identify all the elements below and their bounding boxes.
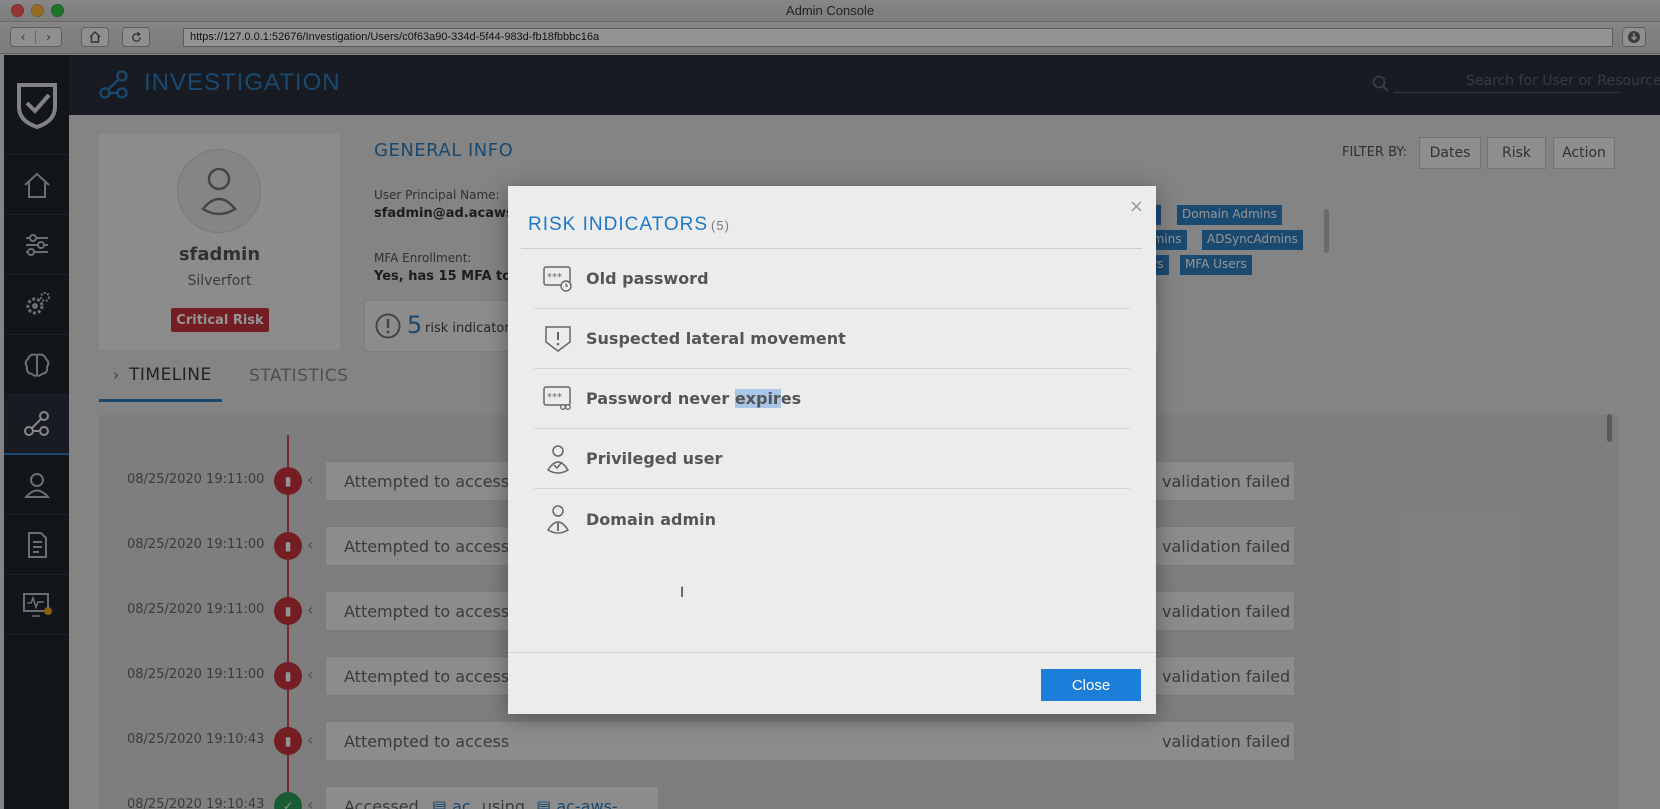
risk-indicator-list: *** Old password Suspected lateral movem… <box>534 249 1130 601</box>
list-item: *** Password never expires I <box>534 369 1130 601</box>
list-item: *** Old password <box>534 249 1130 309</box>
modal-footer: Close <box>508 652 1156 714</box>
text-cursor-icon: I <box>680 585 685 601</box>
modal-title: RISK INDICATORS (5) <box>528 214 730 236</box>
password-clock-icon: *** <box>542 263 574 295</box>
risk-label-part: Password never <box>586 389 735 408</box>
risk-label: Old password <box>586 269 709 288</box>
modal-title-text: RISK INDICATORS <box>528 214 709 235</box>
shield-alert-icon <box>542 323 574 355</box>
risk-label: Privileged user <box>586 449 723 468</box>
modal-count: (5) <box>711 218 730 233</box>
text-selection: expir <box>734 389 781 408</box>
risk-indicators-modal: × RISK INDICATORS (5) *** Old password Su… <box>508 186 1156 714</box>
list-item: Suspected lateral movement <box>534 309 1130 369</box>
risk-label: Suspected lateral movement <box>586 329 846 348</box>
risk-label: Password never expires <box>586 389 801 408</box>
user-check-icon <box>542 443 574 475</box>
svg-text:***: *** <box>547 272 562 283</box>
svg-text:***: *** <box>547 392 562 403</box>
list-item: Privileged user <box>534 429 1130 489</box>
user-info-icon <box>542 503 574 535</box>
risk-label: Domain admin <box>586 509 716 529</box>
list-item: Domain admin <box>534 489 1130 549</box>
password-infinity-icon: *** <box>542 383 574 415</box>
close-button[interactable]: Close <box>1041 669 1141 701</box>
risk-label-part: es <box>780 389 802 408</box>
close-icon[interactable]: × <box>1129 196 1144 217</box>
